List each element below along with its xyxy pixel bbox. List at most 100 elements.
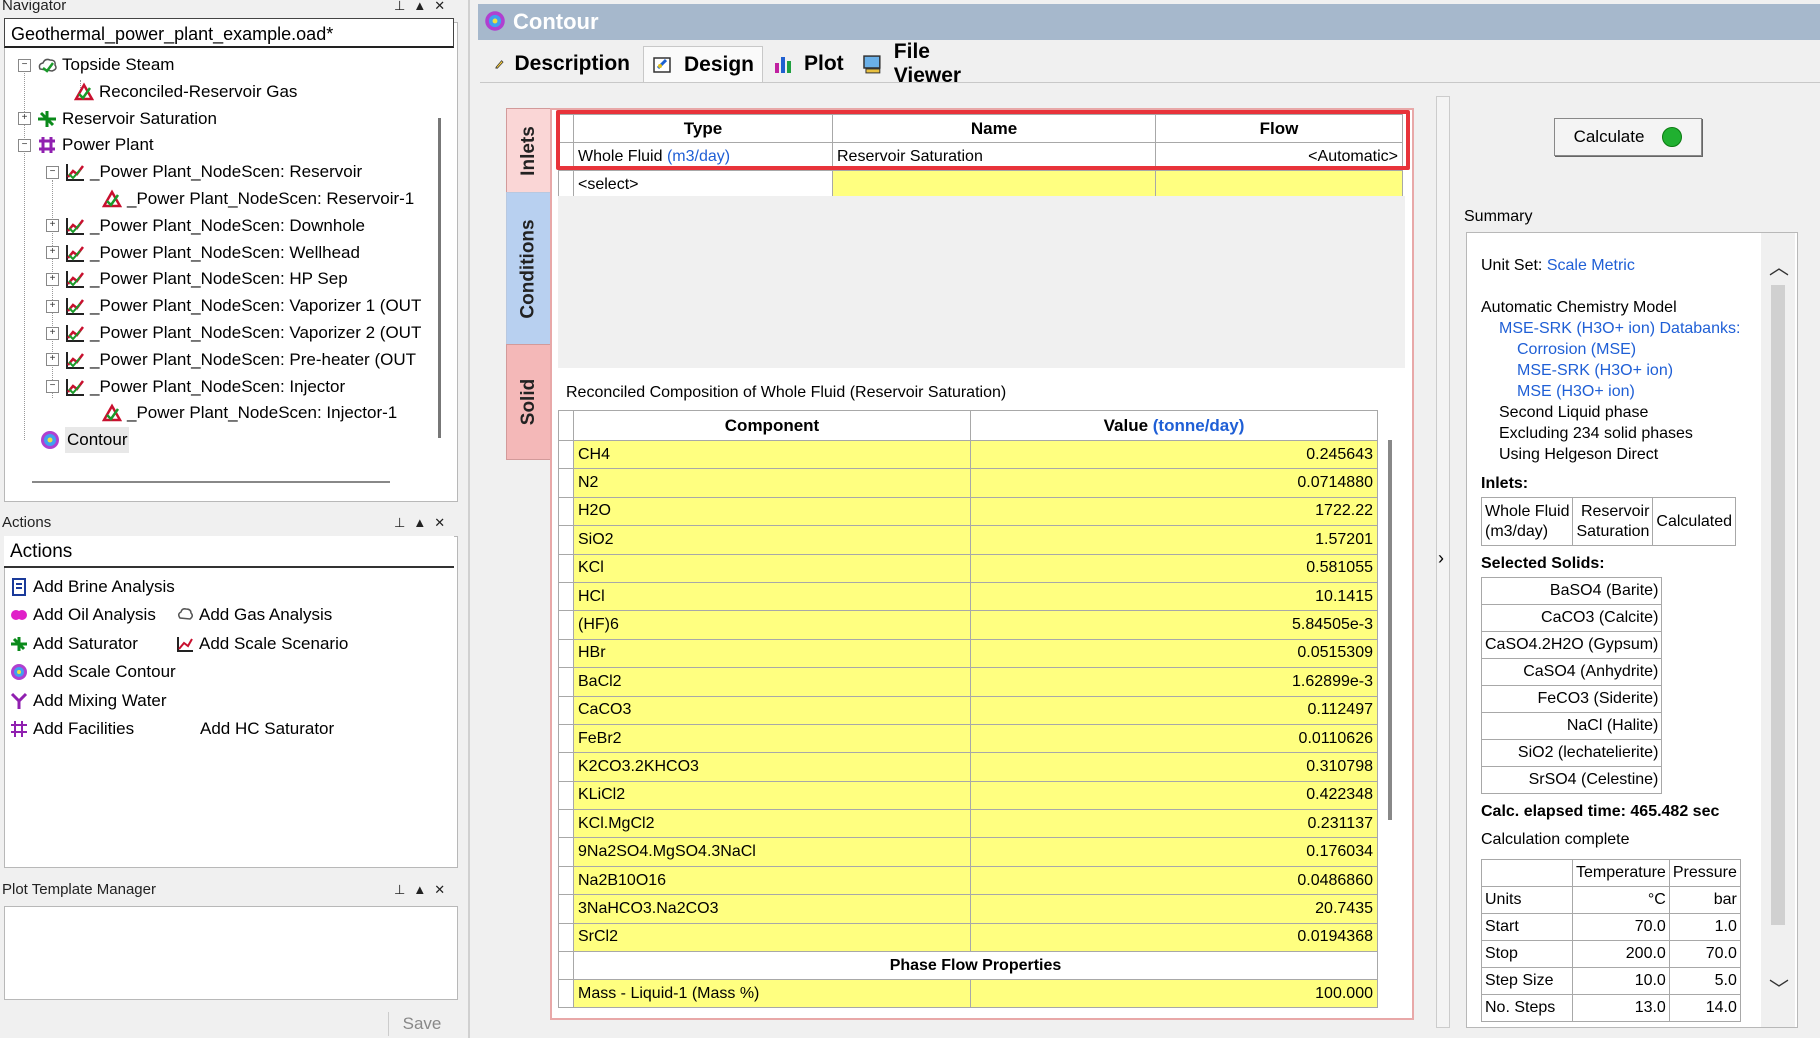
expand-toggle-icon[interactable]: − [18,138,31,152]
inlet-select-cell[interactable]: <select> [573,170,833,199]
value-cell[interactable]: 0.245643 [970,439,1378,470]
expand-toggle-icon[interactable]: + [18,112,31,126]
expand-toggle-icon[interactable]: + [46,299,59,313]
plot-template-window-controls[interactable]: ⊥▲✕ [394,882,453,898]
scale-contour-icon [11,664,27,680]
tab-inlets[interactable]: Inlets [506,108,551,194]
tree-item[interactable]: − Topside Steam [18,52,174,78]
component-cell[interactable]: KCl [573,553,971,583]
component-cell[interactable]: BaCl2 [573,667,971,697]
tab-solid[interactable]: Solid [506,344,552,460]
value-cell[interactable]: 0.310798 [970,752,1378,782]
add-brine-analysis-action[interactable]: Add Brine Analysis [10,575,175,599]
value-cell[interactable]: 0.422348 [970,780,1378,811]
component-cell[interactable]: KCl.MgCl2 [573,809,971,839]
value-cell[interactable]: 0.0486860 [970,865,1378,896]
add-saturator-action[interactable]: Add Saturator [10,632,138,656]
component-cell[interactable]: H2O [573,496,971,527]
value-cell[interactable]: 1.57201 [970,525,1378,555]
add-scale-scenario-action[interactable]: Add Scale Scenario [176,632,348,656]
tab-plot[interactable]: Plot [764,46,854,82]
component-cell[interactable]: CH4 [573,439,971,470]
component-cell[interactable]: CaCO3 [573,695,971,725]
expand-toggle-icon[interactable]: + [46,219,59,233]
tree-item[interactable]: + _Power Plant_NodeScen: Wellhead [46,240,360,266]
expand-toggle-icon[interactable]: − [46,380,59,394]
component-cell[interactable]: KLiCl2 [573,780,971,811]
tab-conditions[interactable]: Conditions [506,192,552,346]
tree-item[interactable]: + _Power Plant_NodeScen: Vaporizer 1 (OUT [46,293,421,319]
scroll-down-icon[interactable]: ﹀ [1769,973,1789,1002]
tree-item[interactable]: + _Power Plant_NodeScen: Vaporizer 2 (OUT [46,320,421,346]
tree-item[interactable]: − _Power Plant_NodeScen: Reservoir [46,159,362,185]
tree-item[interactable]: Contour [40,427,130,454]
expand-toggle-icon[interactable]: + [46,326,59,340]
value-cell[interactable]: 1722.22 [970,496,1378,527]
add-oil-analysis-action[interactable]: Add Oil Analysis [10,603,156,627]
expand-toggle-icon[interactable]: + [46,272,59,286]
expand-toggle-icon[interactable]: − [18,58,31,72]
value-cell[interactable]: 100.000 [970,979,1378,1009]
summary-scroll-thumb[interactable] [1771,285,1785,925]
calculate-button[interactable]: Calculate [1554,118,1702,156]
add-mixing-water-action[interactable]: Add Mixing Water [10,689,167,713]
component-cell[interactable]: FeBr2 [573,723,971,754]
component-cell[interactable]: SrCl2 [573,922,971,953]
navigator-file-name[interactable]: Geothermal_power_plant_example.oad* [4,18,454,48]
expand-toggle-icon[interactable]: − [46,165,59,179]
tab-file-viewer[interactable]: File Viewer [854,40,1010,87]
tree-item[interactable]: + _Power Plant_NodeScen: Pre-heater (OUT [46,347,416,373]
expand-chevron-icon[interactable]: › [1438,548,1444,569]
component-cell[interactable]: SiO2 [573,525,971,555]
conditions-cell: 1.0 [1668,913,1741,941]
component-cell[interactable]: HBr [573,638,971,669]
tree-item[interactable]: − _Power Plant_NodeScen: Injector [46,374,345,400]
actions-window-controls[interactable]: ⊥▲✕ [394,515,453,531]
inlets-highlight-box [556,110,1410,170]
add-gas-analysis-action[interactable]: Add Gas Analysis [176,603,332,627]
tree-item[interactable]: + _Power Plant_NodeScen: HP Sep [46,266,348,292]
scroll-up-icon[interactable]: ︿ [1769,251,1789,280]
tree-item[interactable]: _Power Plant_NodeScen: Reservoir-1 [102,186,414,212]
value-cell[interactable]: 1.62899e-3 [970,667,1378,697]
add-scale-contour-action[interactable]: Add Scale Contour [10,660,176,684]
component-cell[interactable]: 3NaHCO3.Na2CO3 [573,894,971,924]
value-cell[interactable]: 20.7435 [970,894,1378,924]
value-cell[interactable]: 0.581055 [970,553,1378,583]
value-cell[interactable]: 0.0194368 [970,922,1378,953]
add-hc-saturator-action[interactable]: Add HC Saturator [200,717,334,741]
navigator-window-controls[interactable]: ⊥▲✕ [394,0,453,14]
tab-design[interactable]: Design [643,46,763,82]
component-cell[interactable]: 9Na2SO4.MgSO4.3NaCl [573,837,971,867]
inlet-empty-name-cell[interactable] [832,170,1156,199]
value-cell[interactable]: 0.176034 [970,837,1378,867]
value-cell[interactable]: 0.0110626 [970,723,1378,754]
unit-set-link[interactable]: Scale Metric [1547,257,1635,274]
value-cell[interactable]: 0.231137 [970,809,1378,839]
value-cell[interactable]: 5.84505e-3 [970,610,1378,640]
inlet-empty-flow-cell[interactable] [1155,170,1403,199]
value-cell[interactable]: 0.112497 [970,695,1378,725]
component-cell[interactable]: (HF)6 [573,610,971,640]
value-cell[interactable]: 0.0515309 [970,638,1378,669]
component-cell[interactable]: N2 [573,468,971,498]
save-button[interactable]: Save [388,1012,455,1036]
value-cell[interactable]: 10.1415 [970,581,1378,612]
composition-scrollbar[interactable] [1388,440,1392,820]
component-cell[interactable]: K2CO3.2KHCO3 [573,752,971,782]
component-cell[interactable]: Na2B10O16 [573,865,971,896]
tree-item[interactable]: + _Power Plant_NodeScen: Downhole [46,213,365,239]
expand-toggle-icon[interactable]: + [46,353,59,367]
tree-item[interactable]: + Reservoir Saturation [18,106,217,132]
conditions-header-cell: Pressure [1668,859,1741,887]
component-cell[interactable]: Mass - Liquid-1 (Mass %) [573,979,971,1009]
add-facilities-action[interactable]: Add Facilities [10,717,134,741]
value-cell[interactable]: 0.0714880 [970,468,1378,498]
tab-description[interactable]: Description [486,46,638,82]
tree-item[interactable]: − Power Plant [18,132,154,158]
expand-toggle-icon[interactable]: + [46,246,59,260]
tree-item[interactable]: _Power Plant_NodeScen: Injector-1 [102,400,397,426]
component-cell[interactable]: HCl [573,581,971,612]
tree-item[interactable]: Reconciled-Reservoir Gas [74,79,297,105]
conditions-cell: No. Steps [1481,994,1573,1022]
